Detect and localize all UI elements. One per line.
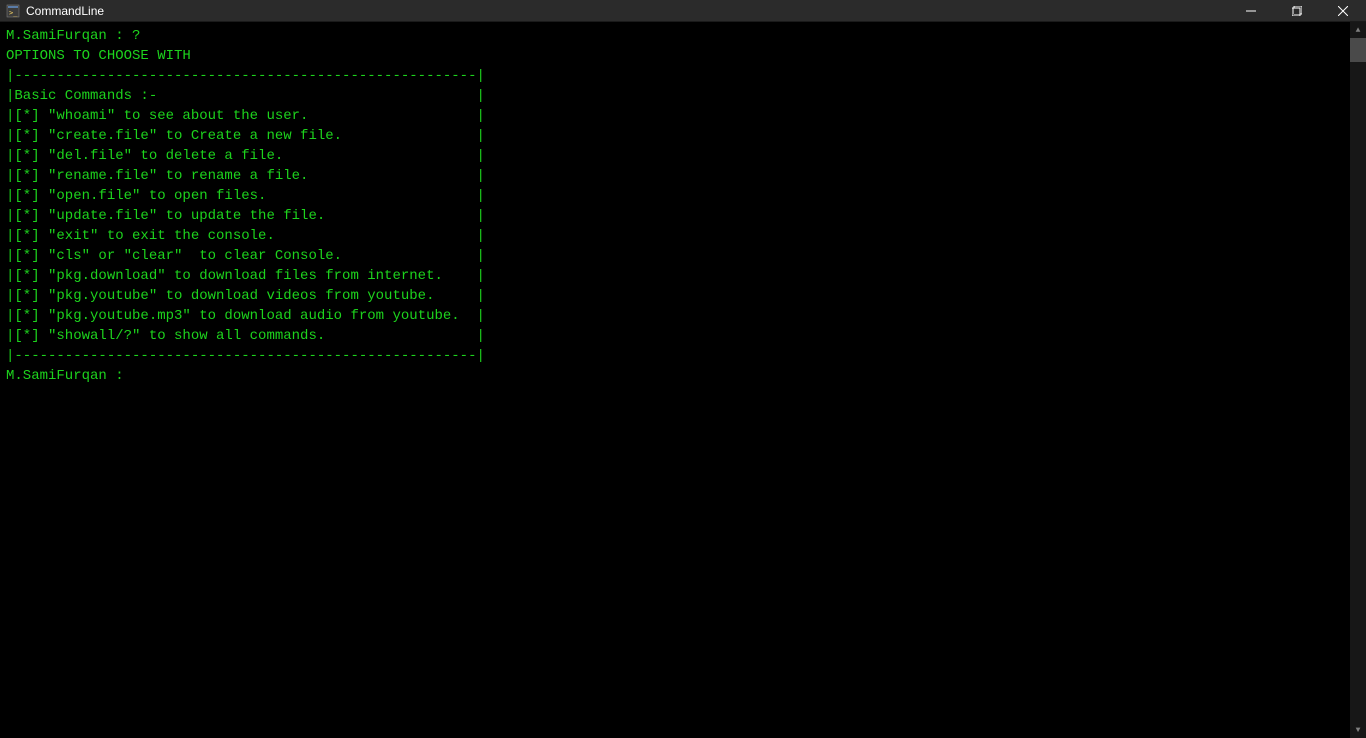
command-line: |[*] "create.file" to Create a new file.… bbox=[6, 126, 1344, 146]
command-line: |[*] "rename.file" to rename a file. | bbox=[6, 166, 1344, 186]
cursor bbox=[132, 367, 141, 383]
command-line: |[*] "whoami" to see about the user. | bbox=[6, 106, 1344, 126]
command-line: |[*] "pkg.download" to download files fr… bbox=[6, 266, 1344, 286]
terminal-output[interactable]: M.SamiFurqan : ?OPTIONS TO CHOOSE WITH|-… bbox=[0, 22, 1350, 738]
svg-text:>_: >_ bbox=[9, 9, 18, 17]
options-header: OPTIONS TO CHOOSE WITH bbox=[6, 46, 1344, 66]
prompt-history-line: M.SamiFurqan : ? bbox=[6, 26, 1344, 46]
command-line: |[*] "cls" or "clear" to clear Console. … bbox=[6, 246, 1344, 266]
command-line: |[*] "exit" to exit the console. | bbox=[6, 226, 1344, 246]
command-line: |[*] "open.file" to open files. | bbox=[6, 186, 1344, 206]
command-line: |[*] "update.file" to update the file. | bbox=[6, 206, 1344, 226]
command-line: |[*] "pkg.youtube" to download videos fr… bbox=[6, 286, 1344, 306]
border-bottom: |---------------------------------------… bbox=[6, 346, 1344, 366]
scrollbar-up-arrow-icon[interactable]: ▲ bbox=[1350, 22, 1366, 38]
terminal-area: M.SamiFurqan : ?OPTIONS TO CHOOSE WITH|-… bbox=[0, 22, 1366, 738]
scrollbar-down-arrow-icon[interactable]: ▼ bbox=[1350, 722, 1366, 738]
border-top: |---------------------------------------… bbox=[6, 66, 1344, 86]
app-icon: >_ bbox=[6, 4, 20, 18]
section-title: |Basic Commands :- | bbox=[6, 86, 1344, 106]
window-title: CommandLine bbox=[26, 4, 104, 18]
title-bar: >_ CommandLine bbox=[0, 0, 1366, 22]
title-left-group: >_ CommandLine bbox=[6, 4, 104, 18]
current-prompt-line: M.SamiFurqan : bbox=[6, 366, 1344, 386]
command-line: |[*] "del.file" to delete a file. | bbox=[6, 146, 1344, 166]
vertical-scrollbar[interactable]: ▲ ▼ bbox=[1350, 22, 1366, 738]
current-prompt: M.SamiFurqan : bbox=[6, 368, 132, 384]
command-line: |[*] "pkg.youtube.mp3" to download audio… bbox=[6, 306, 1344, 326]
command-line: |[*] "showall/?" to show all commands. | bbox=[6, 326, 1344, 346]
window-controls bbox=[1228, 0, 1366, 21]
close-button[interactable] bbox=[1320, 0, 1366, 21]
minimize-button[interactable] bbox=[1228, 0, 1274, 21]
maximize-button[interactable] bbox=[1274, 0, 1320, 21]
scrollbar-thumb[interactable] bbox=[1350, 38, 1366, 62]
